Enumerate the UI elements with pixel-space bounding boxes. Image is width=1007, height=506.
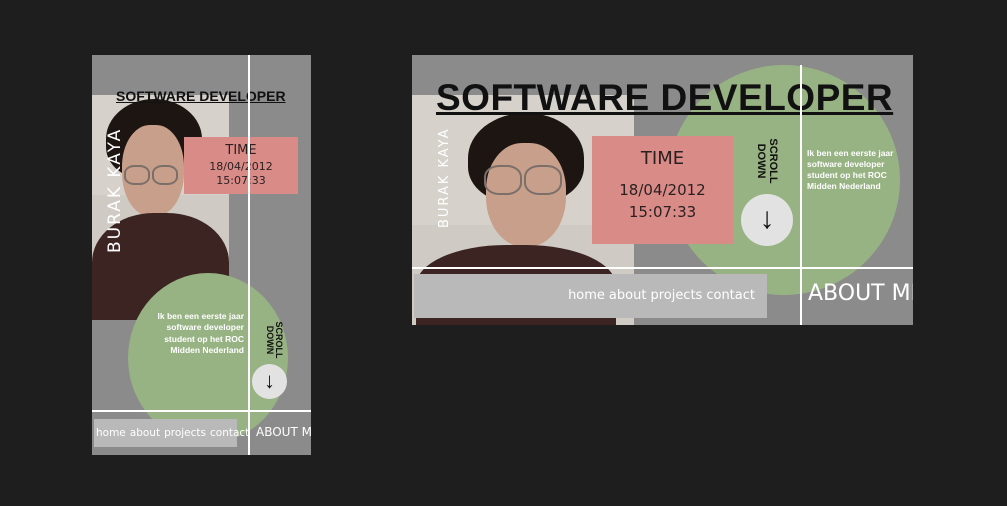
nav-home-link[interactable]: home xyxy=(96,427,126,439)
author-name: BURAK KAYA xyxy=(437,127,452,229)
nav-about-link[interactable]: about xyxy=(609,288,647,303)
grid-line-vertical xyxy=(248,55,250,455)
scroll-down-label: SCROLL DOWN xyxy=(264,320,284,360)
time-box: TIME 18/04/2012 15:07:33 xyxy=(592,136,733,244)
scroll-line-2: DOWN xyxy=(755,143,768,179)
nav-bar: home about projects contact xyxy=(94,419,249,447)
grid-line-vertical xyxy=(800,65,802,325)
mobile-mockup: SOFTWARE DEVELOPER BURAK KAYA TIME 18/04… xyxy=(92,55,311,455)
scroll-line-1: SCROLL xyxy=(274,321,284,359)
clock-value: 15:07:33 xyxy=(628,203,697,221)
bio-text: Ik ben een eerste jaar software develope… xyxy=(157,311,244,356)
time-box: TIME 18/04/2012 15:07:33 xyxy=(184,137,298,194)
author-name: BURAK KAYA xyxy=(105,127,125,253)
time-label: TIME xyxy=(225,143,257,158)
scroll-line-1: SCROLL xyxy=(767,138,779,184)
nav-contact-link[interactable]: contact xyxy=(706,288,755,303)
scroll-line-2: DOWN xyxy=(264,325,275,355)
grid-line-horizontal xyxy=(92,410,311,412)
grid-line-horizontal xyxy=(412,267,913,269)
arrow-down-icon: ↓ xyxy=(264,368,275,393)
nav-home-link[interactable]: home xyxy=(568,288,605,303)
page-title: SOFTWARE DEVELOPER xyxy=(116,88,286,104)
desktop-mockup: SOFTWARE DEVELOPER BURAK KAYA TIME 18/04… xyxy=(412,55,913,325)
clock-value: 15:07:33 xyxy=(216,174,266,187)
date-value: 18/04/2012 xyxy=(209,160,273,173)
page-title: SOFTWARE DEVELOPER xyxy=(436,77,894,118)
scroll-down-button[interactable]: ↓ xyxy=(741,194,793,246)
about-me-link[interactable]: ABOUT ME xyxy=(808,281,913,306)
nav-contact-link[interactable]: contact xyxy=(210,427,249,439)
nav-projects-link[interactable]: projects xyxy=(650,288,702,303)
nav-about-link[interactable]: about xyxy=(130,427,160,439)
about-me-link[interactable]: ABOUT ME xyxy=(256,425,311,439)
arrow-down-icon: ↓ xyxy=(759,202,775,235)
nav-bar: home about projects contact xyxy=(414,274,767,318)
scroll-down-button[interactable]: ↓ xyxy=(252,364,287,399)
nav-projects-link[interactable]: projects xyxy=(164,427,206,439)
scroll-down-label: SCROLL DOWN xyxy=(755,136,779,186)
time-label: TIME xyxy=(640,148,685,169)
date-value: 18/04/2012 xyxy=(619,181,706,199)
bio-text: Ik ben een eerste jaar software develope… xyxy=(807,148,894,192)
